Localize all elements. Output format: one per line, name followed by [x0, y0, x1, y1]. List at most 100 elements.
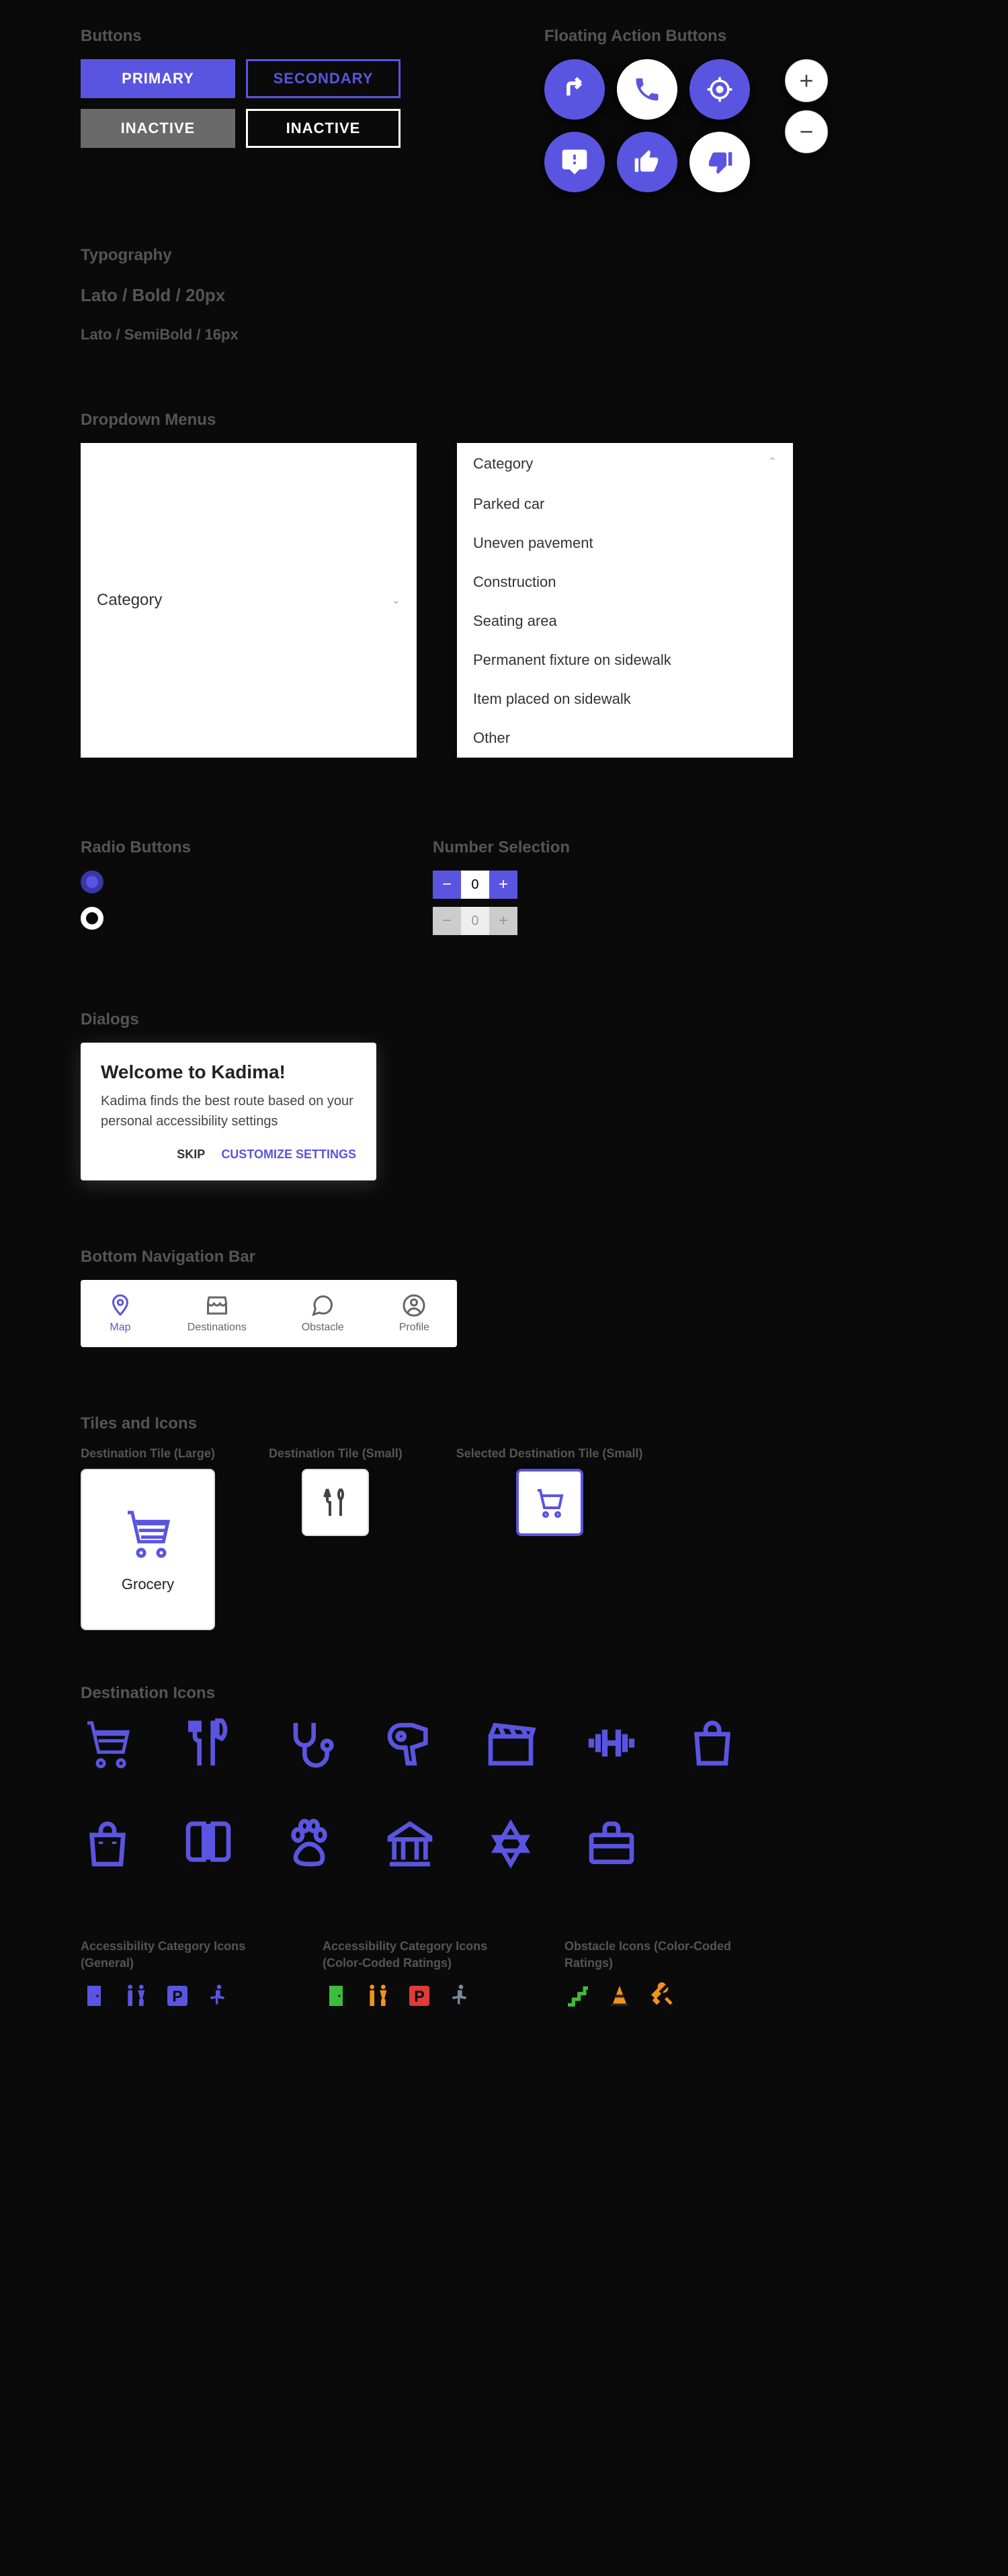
number-selection-inactive: − 0 +	[433, 907, 570, 935]
inactive-button-outline: INACTIVE	[246, 109, 401, 148]
bank-icon	[383, 1817, 437, 1871]
nav-label: Profile	[399, 1322, 429, 1334]
acc-general-heading: Accessibility Category Icons (General)	[81, 1938, 255, 1972]
briefcase-icon	[585, 1817, 638, 1871]
obstacle-color-heading: Obstacle Icons (Color-Coded Ratings)	[564, 1938, 739, 1972]
call-fab[interactable]	[617, 59, 677, 120]
thumbs-down-fab[interactable]	[689, 132, 750, 192]
dropdown-open-label: Category	[473, 455, 533, 473]
tile-selected-label: Selected Destination Tile (Small)	[456, 1447, 643, 1461]
radio-heading: Radio Buttons	[81, 838, 191, 857]
customize-settings-button[interactable]: CUSTOMIZE SETTINGS	[221, 1148, 356, 1162]
shopping-bag-icon	[685, 1716, 739, 1770]
tile-small-label: Destination Tile (Small)	[269, 1447, 403, 1461]
restroom-icon	[364, 1982, 391, 2009]
bottomnav-heading: Bottom Navigation Bar	[81, 1248, 927, 1266]
dropdown-open-header[interactable]: Category ⌃	[457, 443, 793, 485]
number-value-disabled: 0	[461, 907, 489, 935]
directions-fab[interactable]	[544, 59, 605, 120]
skip-button[interactable]: SKIP	[177, 1148, 205, 1162]
nav-label: Map	[110, 1322, 130, 1334]
tiles-heading: Tiles and Icons	[81, 1414, 927, 1433]
typography-sample-20: Lato / Bold / 20px	[81, 285, 927, 306]
radio-unselected[interactable]	[81, 907, 103, 930]
zoom-in-fab[interactable]: +	[785, 59, 828, 102]
tile-label: Grocery	[122, 1576, 174, 1593]
dropdown-item[interactable]: Other	[457, 719, 793, 758]
cart-icon	[534, 1486, 566, 1519]
dialogs-heading: Dialogs	[81, 1010, 927, 1029]
clapperboard-icon	[484, 1716, 538, 1770]
locate-fab[interactable]	[689, 59, 750, 120]
dropdown-item[interactable]: Seating area	[457, 602, 793, 641]
door-icon	[323, 1982, 349, 2009]
cart-icon	[121, 1506, 175, 1560]
parking-icon: P	[406, 1982, 433, 2009]
accessible-icon	[206, 1982, 233, 2009]
inactive-button-filled: INACTIVE	[81, 109, 235, 148]
crosshair-icon	[705, 75, 734, 104]
typography-heading: Typography	[81, 246, 927, 265]
radio-selected[interactable]	[81, 871, 103, 893]
star-of-david-icon	[484, 1817, 538, 1871]
number-selection-active: − 0 +	[433, 871, 570, 899]
decrement-button[interactable]: −	[433, 871, 461, 899]
dropdown-closed[interactable]: Category ⌄	[81, 443, 417, 758]
dropdown-item[interactable]: Uneven pavement	[457, 524, 793, 563]
secondary-button[interactable]: SECONDARY	[246, 59, 401, 98]
restroom-icon	[122, 1982, 149, 2009]
storefront-icon	[205, 1293, 229, 1318]
destination-tile-large[interactable]: Grocery	[81, 1469, 215, 1630]
parking-icon: P	[164, 1982, 191, 2009]
pin-icon	[108, 1293, 132, 1318]
phone-icon	[632, 75, 662, 104]
number-value: 0	[461, 871, 489, 899]
utensils-icon	[181, 1716, 235, 1770]
thumbs-up-fab[interactable]	[617, 132, 677, 192]
welcome-dialog: Welcome to Kadima! Kadima finds the best…	[81, 1043, 376, 1180]
paw-icon	[282, 1817, 336, 1871]
svg-text:P: P	[414, 1988, 425, 2005]
dropdown-item[interactable]: Permanent fixture on sidewalk	[457, 641, 793, 680]
minus-icon: −	[799, 118, 813, 146]
chevron-up-icon: ⌃	[768, 455, 777, 473]
stairs-icon	[564, 1982, 591, 2009]
destination-tile-small[interactable]	[302, 1469, 369, 1536]
nav-map[interactable]: Map	[108, 1293, 132, 1334]
shopping-bag-icon	[81, 1817, 134, 1871]
nav-destinations[interactable]: Destinations	[187, 1293, 247, 1334]
buttons-heading: Buttons	[81, 27, 464, 46]
dropdown-item[interactable]: Item placed on sidewalk	[457, 680, 793, 719]
thumbs-down-icon	[705, 147, 734, 177]
decrement-button-disabled: −	[433, 907, 461, 935]
dest-icons-heading: Destination Icons	[81, 1684, 927, 1703]
utensils-icon	[319, 1486, 351, 1519]
plus-icon: +	[799, 67, 813, 95]
nav-obstacle[interactable]: Obstacle	[302, 1293, 344, 1334]
svg-text:P: P	[172, 1988, 183, 2005]
increment-button-disabled: +	[489, 907, 517, 935]
nav-label: Destinations	[187, 1322, 247, 1334]
increment-button[interactable]: +	[489, 871, 517, 899]
cone-icon	[606, 1982, 633, 2009]
door-icon	[81, 1982, 108, 2009]
dialog-body: Kadima finds the best route based on you…	[101, 1091, 356, 1131]
primary-button[interactable]: PRIMARY	[81, 59, 235, 98]
report-fab[interactable]	[544, 132, 605, 192]
cart-icon	[81, 1716, 134, 1770]
accessible-icon	[448, 1982, 474, 2009]
destination-tile-selected[interactable]	[516, 1469, 583, 1536]
hairdryer-icon	[383, 1716, 437, 1770]
dropdown-label: Category	[97, 591, 162, 610]
chat-icon	[310, 1293, 335, 1318]
chevron-down-icon: ⌄	[392, 594, 401, 607]
dropdown-item[interactable]: Construction	[457, 563, 793, 602]
dropdown-item[interactable]: Parked car	[457, 485, 793, 524]
number-heading: Number Selection	[433, 838, 570, 857]
book-icon	[181, 1817, 235, 1871]
nav-profile[interactable]: Profile	[399, 1293, 429, 1334]
tile-large-label: Destination Tile (Large)	[81, 1447, 215, 1461]
acc-color-heading: Accessibility Category Icons (Color-Code…	[323, 1938, 497, 1972]
dumbbell-icon	[585, 1716, 638, 1770]
zoom-out-fab[interactable]: −	[785, 110, 828, 153]
